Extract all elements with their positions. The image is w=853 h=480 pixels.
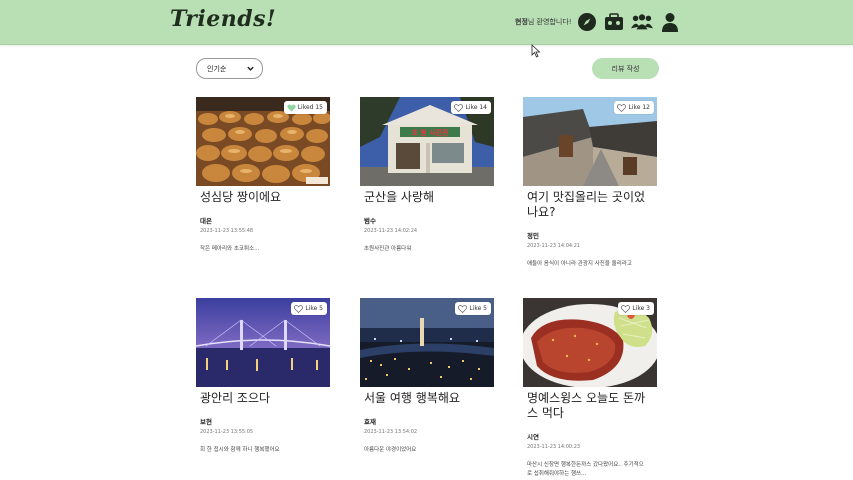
like-count: Like 5 <box>305 305 323 312</box>
heart-icon <box>617 103 627 112</box>
like-button[interactable]: Like 14 <box>451 101 491 114</box>
post-date: 2023-11-23 14:00:23 <box>527 444 581 450</box>
post-card[interactable]: 초 원 사진관 Like 14 군산을 사랑해 범수 2023-11-23 14… <box>360 97 494 254</box>
post-title[interactable]: 성심당 짱이에요 <box>196 190 328 205</box>
post-title[interactable]: 서울 여행 행복해요 <box>360 391 492 406</box>
post-image-bakery[interactable]: Liked 15 <box>196 97 330 186</box>
post-title[interactable]: 광안리 조으다 <box>196 391 328 406</box>
svg-text:초 원 사진관: 초 원 사진관 <box>411 128 449 137</box>
post-author: 대은 <box>200 217 212 225</box>
like-button[interactable]: Like 5 <box>455 302 491 315</box>
post-card[interactable]: Liked 15 성심당 짱이에요 대은 2023-11-23 13:55:48… <box>196 97 330 254</box>
post-date: 2023-11-23 14:04:21 <box>527 243 581 249</box>
mouse-cursor-icon <box>531 43 541 62</box>
post-card[interactable]: Like 3 명예스윙스 오늘도 돈까스 먹다 시연 2023-11-23 14… <box>523 298 657 479</box>
post-image-pork-cutlet[interactable]: Like 3 <box>523 298 657 387</box>
post-date: 2023-11-23 14:02:24 <box>364 228 418 234</box>
post-image-gwangan-bridge[interactable]: Like 5 <box>196 298 330 387</box>
post-author: 보현 <box>200 418 212 426</box>
like-count: Liked 15 <box>297 104 323 111</box>
post-excerpt: 아름다운 야경이었어요 <box>364 447 417 453</box>
welcome-suffix: 님 환영합니다! <box>527 18 572 26</box>
like-button[interactable]: Liked 15 <box>283 101 327 114</box>
heart-icon <box>287 104 296 112</box>
post-card[interactable]: Like 12 여기 맛집올리는 곳이었나요? 정민 2023-11-23 14… <box>523 97 657 269</box>
post-author: 정민 <box>527 232 539 240</box>
post-excerpt: 초원사진관 아름다워 <box>364 246 412 252</box>
post-card[interactable]: Like 5 광안리 조으다 보현 2023-11-23 13:55:05 회 … <box>196 298 330 455</box>
welcome-message: 현정님 환영합니다! <box>515 17 572 27</box>
welcome-user-name: 현정 <box>515 18 528 26</box>
like-count: Like 5 <box>469 305 487 312</box>
post-card[interactable]: Like 5 서울 여행 행복해요 효재 2023-11-23 13:54:02… <box>360 298 494 455</box>
post-author: 시연 <box>527 433 539 441</box>
chevron-down-icon <box>247 66 254 71</box>
heart-icon <box>454 103 464 112</box>
post-title[interactable]: 명예스윙스 오늘도 돈까스 먹다 <box>523 391 655 421</box>
post-author: 효재 <box>364 418 376 426</box>
post-excerpt: 애들아 음식이 아니라 관광지 사진을 올리라고 <box>527 261 632 267</box>
map-bag-icon[interactable] <box>603 11 625 33</box>
like-count: Like 3 <box>632 305 650 312</box>
heart-icon <box>294 304 304 313</box>
top-navbar: Triends! 현정님 환영합니다! <box>0 0 853 45</box>
write-review-button[interactable]: 리뷰 작성 <box>592 58 659 79</box>
user-icon[interactable] <box>659 11 681 33</box>
post-excerpt: 회 한 접시와 함께 하니 행복했어요 <box>200 447 280 453</box>
post-author: 범수 <box>364 217 376 225</box>
sort-select[interactable]: 인기순 <box>196 58 263 79</box>
post-date: 2023-11-23 13:55:48 <box>200 228 254 234</box>
like-button[interactable]: Like 12 <box>614 101 654 114</box>
post-date: 2023-11-23 13:54:02 <box>364 429 418 435</box>
compass-icon[interactable] <box>576 11 598 33</box>
post-date: 2023-11-23 13:55:05 <box>200 429 254 435</box>
post-excerpt: 작은 메아리와 초코튀소... <box>200 246 260 252</box>
like-count: Like 12 <box>628 104 650 111</box>
sort-select-value: 인기순 <box>207 64 227 73</box>
post-excerpt: 마산시 신창면 행복한돈까스 갔다왔어요.. 주기적으로 섭취해줘야하는 행쓰.… <box>527 462 644 477</box>
like-button[interactable]: Like 5 <box>291 302 327 315</box>
post-image-seoul-night[interactable]: Like 5 <box>360 298 494 387</box>
heart-icon <box>621 304 631 313</box>
post-image-hanok-street[interactable]: Like 12 <box>523 97 657 186</box>
like-count: Like 14 <box>465 104 487 111</box>
heart-icon <box>458 304 468 313</box>
post-image-photo-studio[interactable]: 초 원 사진관 Like 14 <box>360 97 494 186</box>
post-title[interactable]: 군산을 사랑해 <box>360 190 492 205</box>
post-title[interactable]: 여기 맛집올리는 곳이었나요? <box>523 190 655 220</box>
logo[interactable]: Triends! <box>170 6 276 32</box>
group-icon[interactable] <box>631 11 653 33</box>
like-button[interactable]: Like 3 <box>618 302 654 315</box>
